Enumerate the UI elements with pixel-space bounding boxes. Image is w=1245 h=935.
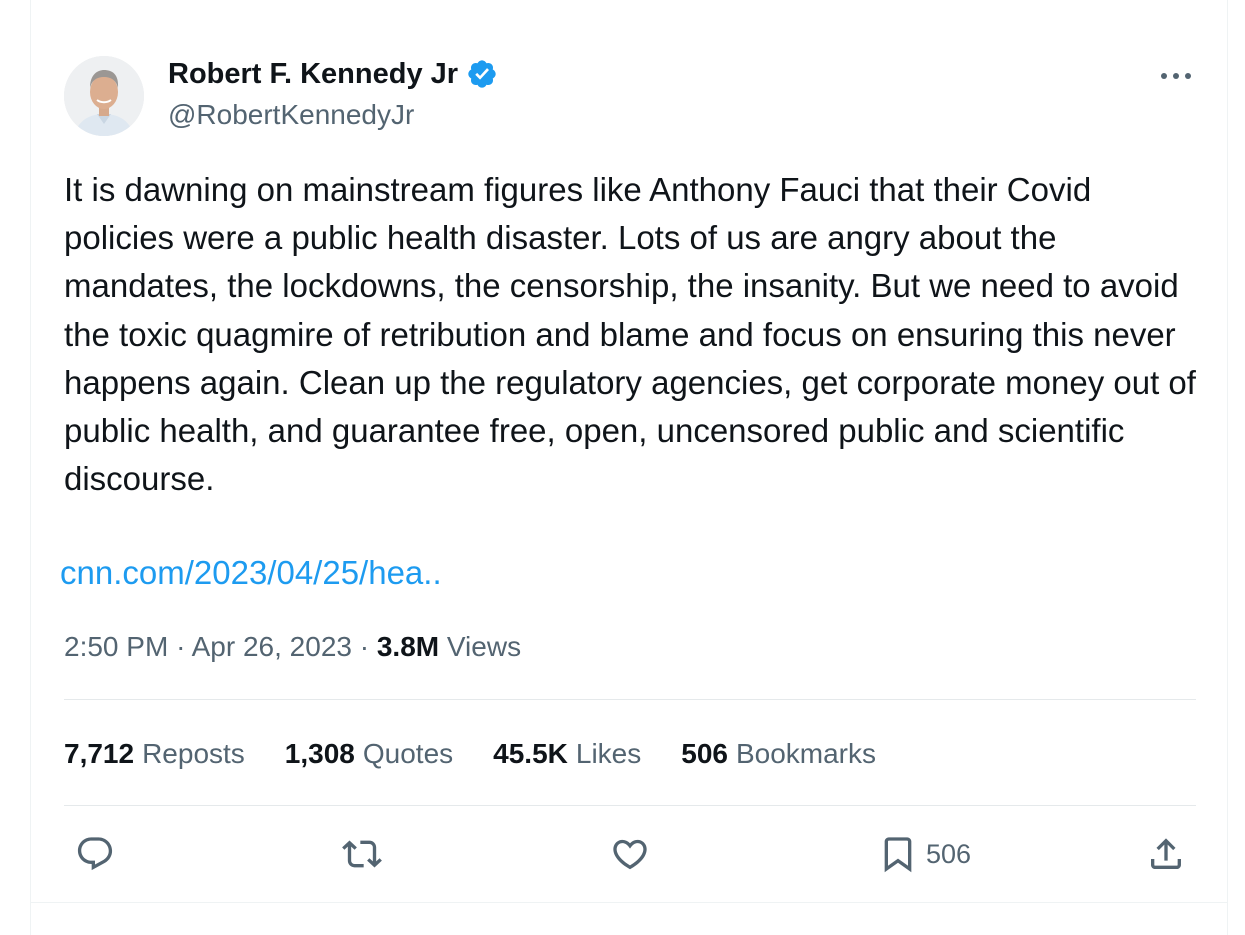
author-display-name[interactable]: Robert F. Kennedy Jr [168,56,458,92]
more-options-icon[interactable] [1156,62,1196,90]
verified-badge-icon[interactable] [466,58,498,90]
bookmark-button[interactable]: 506 [878,832,971,876]
card-bottom-border [30,902,1228,903]
tweet-text: It is dawning on mainstream figures like… [64,171,1196,498]
avatar-photo [64,56,144,136]
meta-separator: · [359,631,370,662]
reposts-count: 7,712 [64,738,135,769]
bookmarks-label: Bookmarks [735,738,877,769]
like-button[interactable] [610,832,650,876]
tweet-date[interactable]: Apr 26, 2023 [192,631,352,662]
author-handle[interactable]: @RobertKennedyJr [168,98,414,132]
speech-bubble-icon [77,837,113,871]
likes-label: Likes [575,738,642,769]
reply-button[interactable] [75,832,115,876]
author-name-row[interactable]: Robert F. Kennedy Jr [168,56,498,92]
repost-button[interactable] [342,832,382,876]
tweet-time[interactable]: 2:50 PM [64,631,168,662]
repost-arrows-icon [342,840,382,868]
meta-separator: · [176,631,186,662]
quotes-stat[interactable]: 1,308 Quotes [285,735,453,773]
reposts-label: Reposts [142,738,245,769]
bookmark-icon [884,837,912,873]
share-button[interactable] [1146,832,1186,876]
quotes-count: 1,308 [284,738,355,769]
likes-count: 45.5K [493,738,568,769]
divider [64,805,1196,806]
avatar[interactable] [64,56,144,136]
bookmark-count: 506 [926,838,972,869]
likes-stat[interactable]: 45.5K Likes [493,735,641,773]
engagement-stats: 7,712 Reposts 1,308 Quotes 45.5K Likes 506 B… [64,735,916,773]
share-upload-icon [1151,838,1181,869]
views-label: Views [446,631,522,662]
tweet-link[interactable]: cnn.com/2023/04/25/hea.. [60,552,442,594]
views-count: 3.8M [376,631,440,662]
reposts-stat[interactable]: 7,712 Reposts [64,735,245,773]
tweet-meta: 2:50 PM · Apr 26, 2023 · 3.8M Views [64,628,521,666]
bookmarks-stat[interactable]: 506 Bookmarks [681,735,876,773]
divider [64,699,1196,700]
quotes-label: Quotes [362,738,454,769]
bookmarks-count: 506 [681,738,728,769]
heart-icon [613,839,647,870]
